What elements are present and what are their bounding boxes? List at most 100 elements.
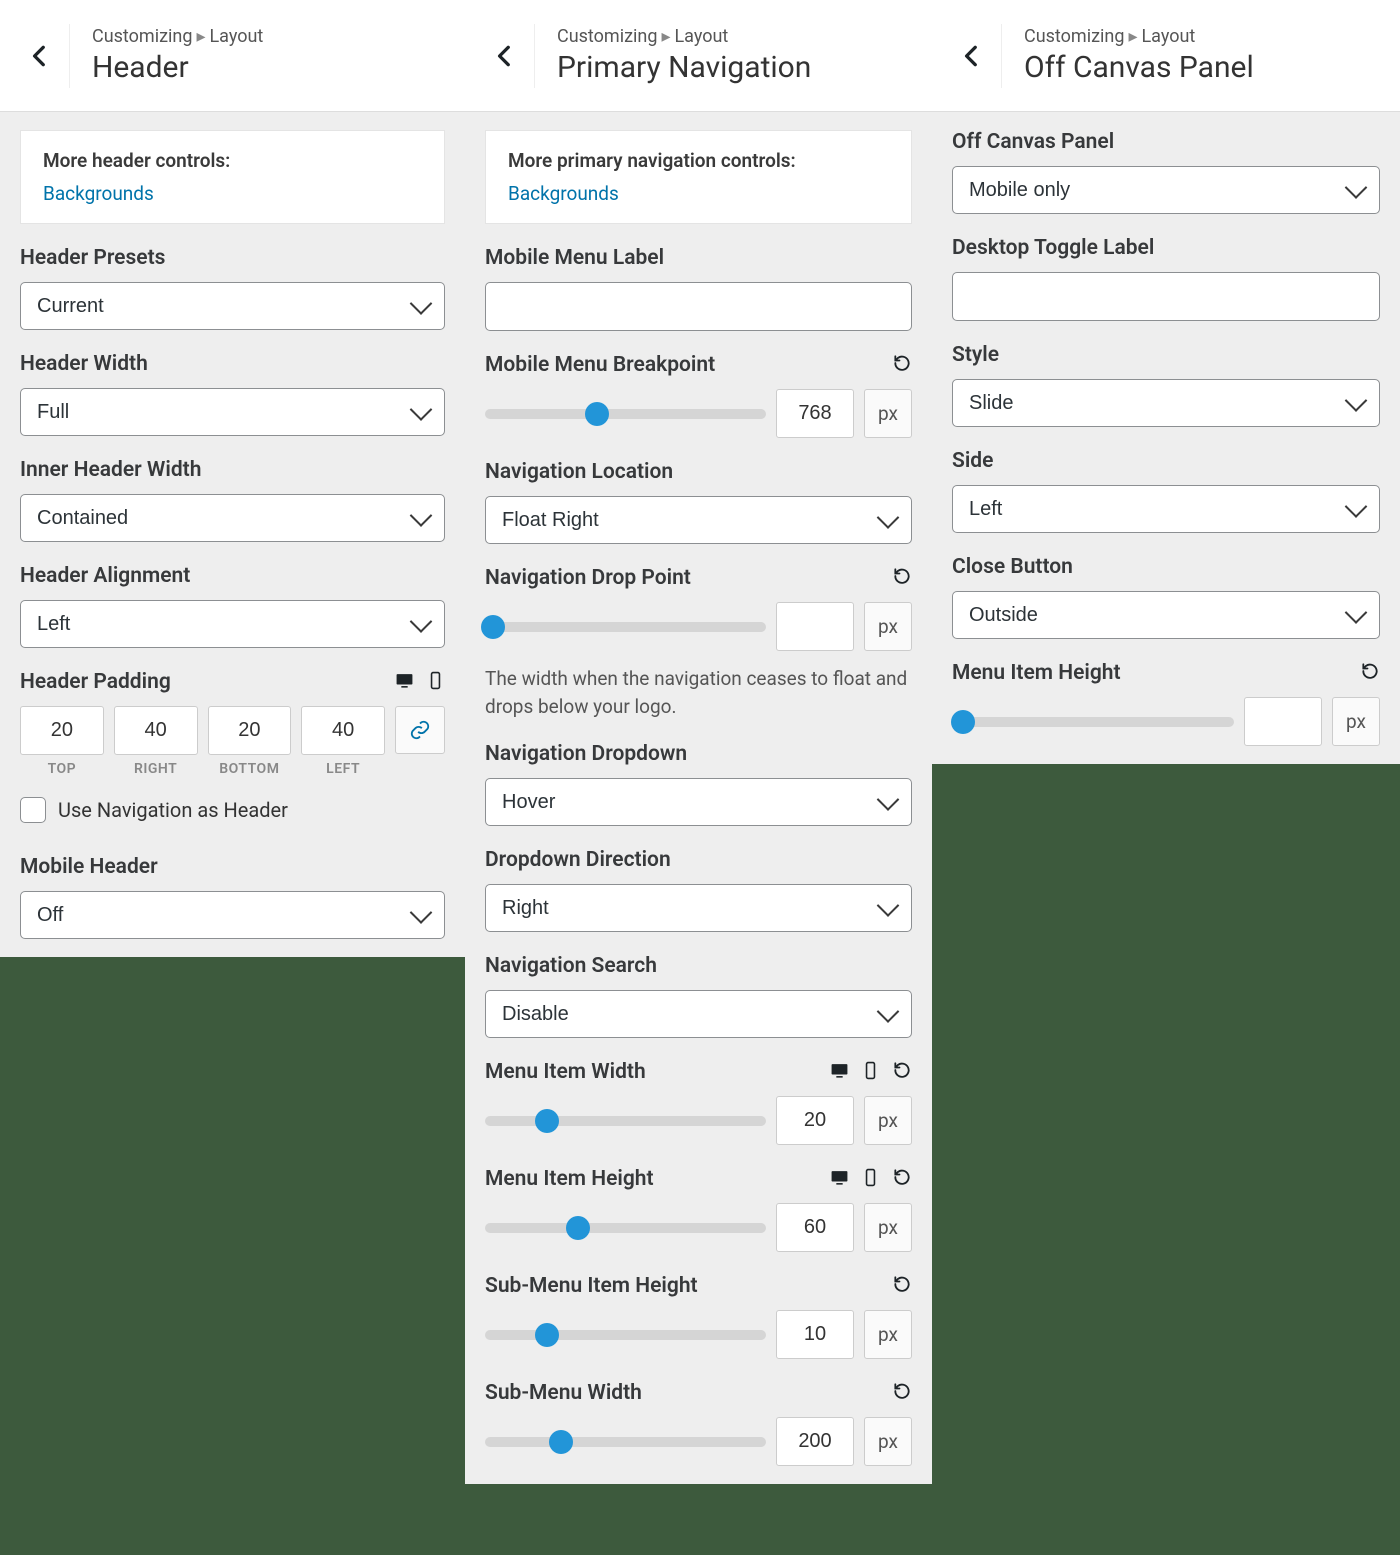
back-button[interactable] xyxy=(10,24,70,88)
mobile-icon[interactable] xyxy=(426,671,445,694)
select-nav-search[interactable]: Disable xyxy=(485,990,912,1038)
chevron-left-icon xyxy=(959,43,985,69)
input-menu-item-width[interactable] xyxy=(776,1096,854,1145)
slider-submenu-width[interactable] xyxy=(485,1437,766,1447)
input-submenu-item-height[interactable] xyxy=(776,1310,854,1359)
use-nav-as-header-checkbox[interactable] xyxy=(20,797,46,823)
unit-px: px xyxy=(864,1417,912,1466)
unit-px: px xyxy=(1332,697,1380,746)
label-style: Style xyxy=(952,343,1380,367)
label-dropdown-direction: Dropdown Direction xyxy=(485,848,912,872)
label-submenu-item-height: Sub-Menu Item Height xyxy=(485,1274,698,1298)
label-mobile-menu-breakpoint: Mobile Menu Breakpoint xyxy=(485,353,715,377)
unit-px: px xyxy=(864,1096,912,1145)
reset-icon[interactable] xyxy=(892,1274,912,1298)
label-header-alignment: Header Alignment xyxy=(20,564,445,588)
select-nav-dropdown[interactable]: Hover xyxy=(485,778,912,826)
select-header-presets[interactable]: Current xyxy=(20,282,445,330)
select-nav-location[interactable]: Float Right xyxy=(485,496,912,544)
label-nav-dropdown: Navigation Dropdown xyxy=(485,742,912,766)
unit-px: px xyxy=(864,602,912,651)
link-values-button[interactable] xyxy=(395,706,445,754)
select-header-width[interactable]: Full xyxy=(20,388,445,436)
select-inner-header-width[interactable]: Contained xyxy=(20,494,445,542)
padding-right-input[interactable] xyxy=(114,706,198,755)
reset-icon[interactable] xyxy=(892,1060,912,1084)
padding-bottom-input[interactable] xyxy=(208,706,292,755)
slider-menu-item-height[interactable] xyxy=(485,1223,766,1233)
slider-menu-item-width[interactable] xyxy=(485,1116,766,1126)
unit-px: px xyxy=(864,1203,912,1252)
reset-icon[interactable] xyxy=(892,1167,912,1191)
select-side[interactable]: Left xyxy=(952,485,1380,533)
backgrounds-link[interactable]: Backgrounds xyxy=(43,182,154,205)
padding-top-input[interactable] xyxy=(20,706,104,755)
page-title: Off Canvas Panel xyxy=(1024,50,1254,85)
slider-submenu-item-height[interactable] xyxy=(485,1330,766,1340)
label-side: Side xyxy=(952,449,1380,473)
input-menu-item-height[interactable] xyxy=(1244,697,1322,746)
desktop-icon[interactable] xyxy=(830,1168,849,1191)
reset-icon[interactable] xyxy=(892,353,912,377)
reset-icon[interactable] xyxy=(1360,661,1380,685)
reset-icon[interactable] xyxy=(892,1381,912,1405)
label-mobile-menu-label: Mobile Menu Label xyxy=(485,246,912,270)
input-nav-drop-point[interactable] xyxy=(776,602,854,651)
label-header-width: Header Width xyxy=(20,352,445,376)
back-button[interactable] xyxy=(942,24,1002,88)
input-submenu-width[interactable] xyxy=(776,1417,854,1466)
select-header-alignment[interactable]: Left xyxy=(20,600,445,648)
mobile-icon[interactable] xyxy=(861,1061,880,1084)
slider-mobile-menu-breakpoint[interactable] xyxy=(485,409,766,419)
select-style[interactable]: Slide xyxy=(952,379,1380,427)
panel-primary-navigation: Customizing▸Layout Primary Navigation Mo… xyxy=(465,0,932,1484)
desktop-icon[interactable] xyxy=(830,1061,849,1084)
help-nav-drop-point: The width when the navigation ceases to … xyxy=(485,665,912,720)
info-title: More header controls: xyxy=(43,149,422,172)
panel-header-bar: Customizing▸Layout Header xyxy=(0,0,465,112)
label-header-padding: Header Padding xyxy=(20,670,171,694)
select-dropdown-direction[interactable]: Right xyxy=(485,884,912,932)
select-off-canvas-panel[interactable]: Mobile only xyxy=(952,166,1380,214)
info-title: More primary navigation controls: xyxy=(508,149,889,172)
label-desktop-toggle: Desktop Toggle Label xyxy=(952,236,1380,260)
input-mobile-menu-breakpoint[interactable] xyxy=(776,389,854,438)
input-desktop-toggle[interactable] xyxy=(952,272,1380,321)
use-nav-as-header-label: Use Navigation as Header xyxy=(58,798,288,822)
breadcrumb: Customizing▸Layout xyxy=(92,26,263,47)
slider-nav-drop-point[interactable] xyxy=(485,622,766,632)
label-menu-item-height: Menu Item Height xyxy=(485,1167,654,1191)
label-nav-drop-point: Navigation Drop Point xyxy=(485,566,691,590)
info-box: More header controls: Backgrounds xyxy=(20,130,445,224)
select-close-button[interactable]: Outside xyxy=(952,591,1380,639)
panel-header: Customizing▸Layout Header More header co… xyxy=(0,0,465,957)
label-close-button: Close Button xyxy=(952,555,1380,579)
chevron-left-icon xyxy=(492,43,518,69)
label-submenu-width: Sub-Menu Width xyxy=(485,1381,642,1405)
label-mobile-header: Mobile Header xyxy=(20,855,445,879)
info-box: More primary navigation controls: Backgr… xyxy=(485,130,912,224)
breadcrumb: Customizing▸Layout xyxy=(557,26,811,47)
page-title: Header xyxy=(92,50,263,85)
label-nav-location: Navigation Location xyxy=(485,460,912,484)
backgrounds-link[interactable]: Backgrounds xyxy=(508,182,619,205)
panel-header-bar: Customizing▸Layout Off Canvas Panel xyxy=(932,0,1400,112)
label-off-canvas-panel: Off Canvas Panel xyxy=(952,130,1380,154)
label-inner-header-width: Inner Header Width xyxy=(20,458,445,482)
mobile-icon[interactable] xyxy=(861,1168,880,1191)
reset-icon[interactable] xyxy=(892,566,912,590)
unit-px: px xyxy=(864,389,912,438)
label-nav-search: Navigation Search xyxy=(485,954,912,978)
panel-header-bar: Customizing▸Layout Primary Navigation xyxy=(465,0,932,112)
breadcrumb: Customizing▸Layout xyxy=(1024,26,1254,47)
link-icon xyxy=(409,719,431,741)
panel-off-canvas: Customizing▸Layout Off Canvas Panel Off … xyxy=(932,0,1400,764)
select-mobile-header[interactable]: Off xyxy=(20,891,445,939)
slider-menu-item-height[interactable] xyxy=(952,717,1234,727)
back-button[interactable] xyxy=(475,24,535,88)
input-mobile-menu-label[interactable] xyxy=(485,282,912,331)
input-menu-item-height[interactable] xyxy=(776,1203,854,1252)
chevron-left-icon xyxy=(27,43,53,69)
desktop-icon[interactable] xyxy=(395,671,414,694)
padding-left-input[interactable] xyxy=(301,706,385,755)
